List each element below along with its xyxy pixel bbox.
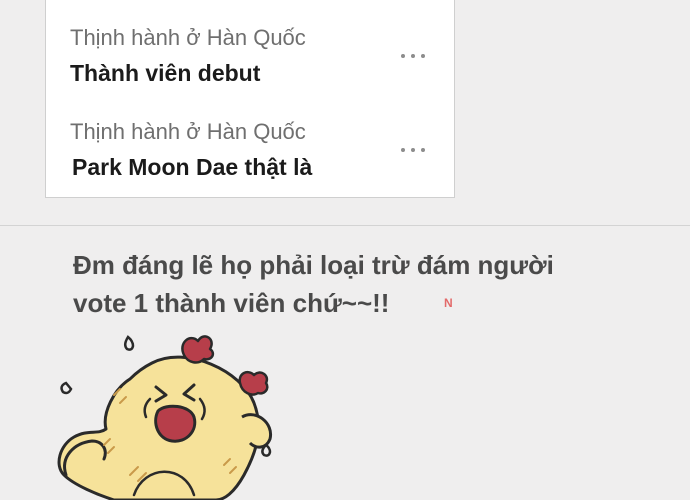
watermark-mark: N bbox=[444, 296, 453, 310]
more-dots-icon bbox=[401, 148, 425, 152]
section-divider bbox=[0, 225, 690, 226]
post-text: Đm đáng lẽ họ phải loại trừ đám người vo… bbox=[73, 246, 633, 322]
trend-title[interactable]: Park Moon Dae thật là bbox=[72, 154, 312, 181]
post-text-line: vote 1 thành viên chứ~~!! bbox=[73, 288, 390, 318]
more-options-button[interactable] bbox=[398, 141, 428, 159]
trend-context: Thịnh hành ở Hàn Quốc bbox=[70, 25, 306, 50]
post-text-line: Đm đáng lẽ họ phải loại trừ đám người bbox=[73, 250, 554, 280]
crying-chick-sticker-icon bbox=[57, 335, 273, 500]
trend-context: Thịnh hành ở Hàn Quốc bbox=[70, 119, 306, 144]
trend-item[interactable]: Thịnh hành ở Hàn Quốc Thành viên debut bbox=[46, 0, 454, 89]
more-dots-icon bbox=[401, 54, 425, 58]
trend-title[interactable]: Thành viên debut bbox=[70, 60, 260, 87]
trend-item[interactable]: Thịnh hành ở Hàn Quốc Park Moon Dae thật… bbox=[46, 93, 454, 183]
more-options-button[interactable] bbox=[398, 47, 428, 65]
trending-card: Thịnh hành ở Hàn Quốc Thành viên debut T… bbox=[45, 0, 455, 198]
